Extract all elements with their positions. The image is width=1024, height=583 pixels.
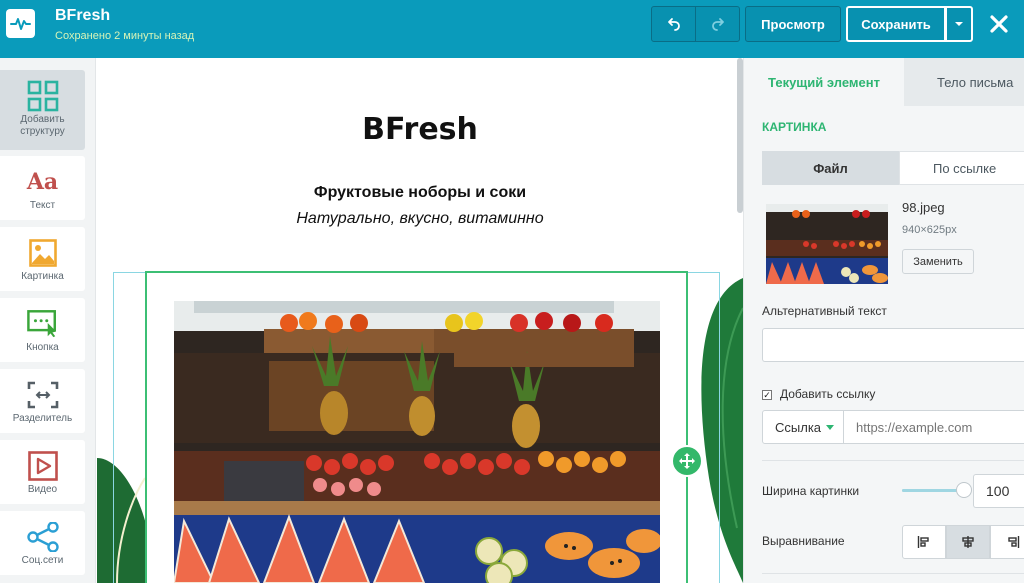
sidebar-item-video[interactable]: Видео [0, 440, 85, 504]
sidebar-item-divider[interactable]: Разделитель [0, 369, 85, 433]
redo-button[interactable] [695, 6, 740, 42]
sidebar-item-label: Разделитель [12, 413, 73, 424]
section-title: КАРТИНКА [762, 120, 827, 134]
sidebar-item-social[interactable]: Соц.сети [0, 511, 85, 575]
redo-icon [711, 18, 724, 31]
section-divider [762, 460, 1024, 461]
caret-down-icon [826, 424, 835, 430]
email-subtitle[interactable]: Фруктовые ноборы и соки [97, 184, 743, 202]
email-tagline[interactable]: Натурально, вкусно, витаминно [97, 210, 743, 228]
image-width-input[interactable]: 100 [973, 474, 1024, 508]
align-left-icon [917, 536, 929, 548]
slider-fill [902, 489, 957, 492]
file-name: 98.jpeg [902, 200, 945, 215]
save-button[interactable]: Сохранить [846, 6, 946, 42]
fruit-stand-photo[interactable] [174, 301, 660, 583]
slider-thumb[interactable] [956, 482, 972, 498]
align-center-icon [962, 536, 974, 548]
divider-icon [27, 380, 59, 410]
undo-button[interactable] [651, 6, 696, 42]
email-title[interactable]: BFresh [97, 112, 743, 147]
sidebar-item-add-structure[interactable]: Добавить структуру [0, 70, 85, 150]
text-icon-glyph: Aa [26, 169, 59, 195]
sidebar-item-label: Добавить структуру [20, 114, 65, 137]
close-icon [990, 15, 1008, 33]
image-width-label: Ширина картинки [762, 484, 860, 498]
sidebar-item-label: Видео [27, 484, 58, 495]
align-right-icon [1007, 536, 1019, 548]
align-center-button[interactable] [946, 525, 990, 559]
alt-text-input[interactable] [762, 328, 1024, 362]
sidebar-item-image[interactable]: Картинка [0, 227, 85, 291]
grid-icon [27, 80, 59, 112]
sidebar-item-label: Кнопка [26, 342, 59, 353]
link-url-input[interactable] [844, 410, 1024, 444]
app-logo-icon [6, 9, 35, 38]
add-link-label[interactable]: Добавить ссылку [780, 387, 875, 401]
image-width-slider[interactable] [902, 489, 964, 492]
sidebar-item-label: Текст [29, 200, 56, 211]
text-icon: Aa [27, 167, 59, 197]
preview-button[interactable]: Просмотр [745, 6, 841, 42]
alignment-label: Выравнивание [762, 534, 845, 548]
chevron-down-icon [955, 22, 963, 26]
sidebar-item-button[interactable]: Кнопка [0, 298, 85, 362]
close-button[interactable] [985, 10, 1013, 38]
tab-email-body[interactable]: Тело письма [904, 58, 1024, 106]
source-tab-url[interactable]: По ссылке [899, 151, 1024, 185]
align-right-button[interactable] [990, 525, 1024, 559]
properties-panel: Текущий элемент Тело письма КАРТИНКА Фай… [743, 58, 1024, 583]
video-icon [27, 451, 59, 481]
sidebar-item-label: Соц.сети [21, 555, 64, 566]
move-icon [679, 453, 695, 469]
blocks-sidebar: Добавить структуру Aa Текст Картинка Кно… [0, 58, 96, 583]
section-divider [762, 573, 1024, 574]
saved-status: Сохранено 2 минуты назад [55, 30, 195, 42]
align-left-button[interactable] [902, 525, 946, 559]
image-thumbnail [766, 204, 888, 284]
top-bar: BFresh Сохранено 2 минуты назад Просмотр… [0, 0, 1024, 58]
save-options-button[interactable] [945, 6, 973, 42]
undo-icon [667, 18, 680, 31]
link-type-value: Ссылка [775, 419, 822, 435]
button-icon [26, 309, 59, 339]
source-tab-file[interactable]: Файл [762, 151, 899, 185]
move-handle[interactable] [671, 445, 703, 477]
sidebar-item-label: Картинка [21, 271, 64, 282]
add-link-checkbox[interactable]: ✓ [762, 390, 772, 400]
email-editor-app: BFresh Сохранено 2 минуты назад Просмотр… [0, 0, 1024, 583]
app-title: BFresh [55, 7, 111, 24]
link-type-select[interactable]: Ссылка [762, 410, 844, 444]
sidebar-item-text[interactable]: Aa Текст [0, 156, 85, 220]
image-icon [27, 238, 59, 268]
share-icon [26, 522, 59, 552]
email-canvas[interactable]: BFresh Фруктовые ноборы и соки Натуральн… [97, 58, 743, 583]
tab-current-element[interactable]: Текущий элемент [744, 58, 904, 106]
alt-text-label: Альтернативный текст [762, 304, 887, 318]
replace-image-button[interactable]: Заменить [902, 249, 974, 274]
file-dimensions: 940×625px [902, 224, 957, 236]
